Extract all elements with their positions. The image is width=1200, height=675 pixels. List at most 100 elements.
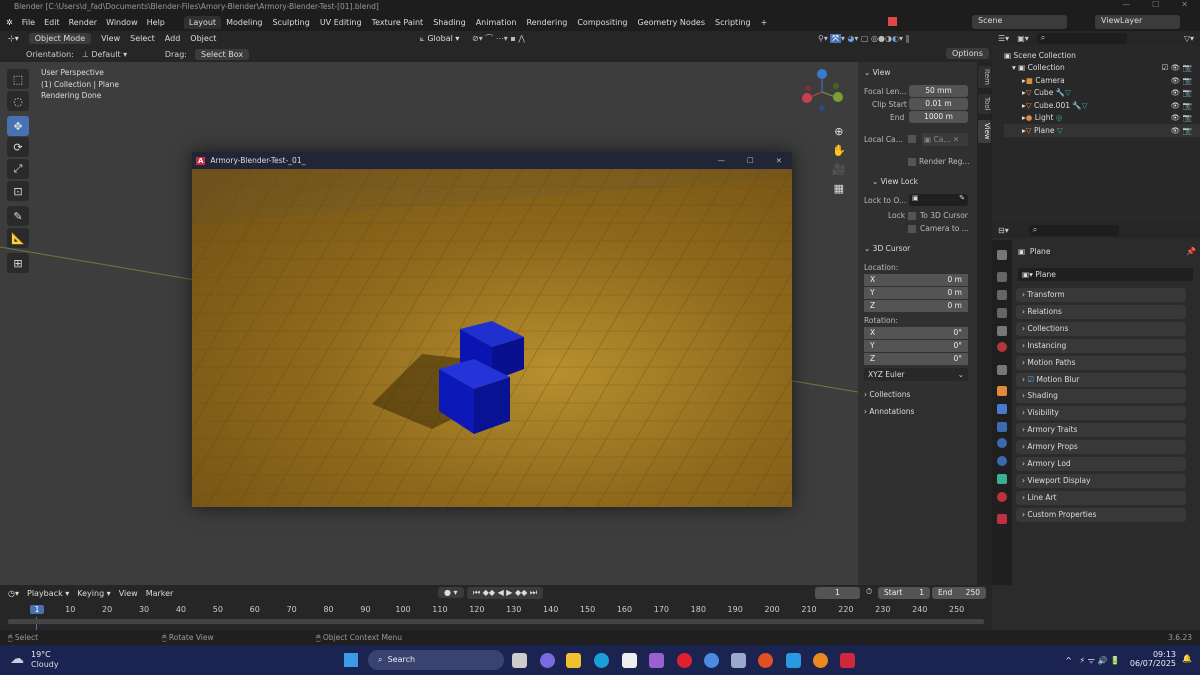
sidebar-tab-view[interactable]: View [978, 120, 991, 143]
collection-row[interactable]: ▾ ▣ Collection ☑ 👁 📷 [1004, 62, 1200, 75]
filter-view-layer-icon[interactable]: ▣▾ [1017, 34, 1029, 43]
rotation-mode-selector[interactable]: XYZ Euler ⌄ [864, 368, 968, 381]
property-section-armory-lod[interactable]: › Armory Lod [1016, 457, 1186, 471]
current-frame-indicator[interactable]: 1 [30, 605, 44, 614]
properties-search-input[interactable]: ⌕ [1028, 224, 1119, 236]
maximize-button[interactable]: ☐ [1152, 0, 1159, 14]
add-cube-tool-icon[interactable]: ⊞ [7, 253, 29, 273]
property-section-custom-properties[interactable]: › Custom Properties [1016, 507, 1186, 522]
view-lock-header[interactable]: ⌄ View Lock [872, 177, 918, 186]
display-mode-icon[interactable]: ☰▾ [998, 34, 1009, 43]
auto-keying-button[interactable]: ● ▾ [438, 587, 464, 598]
tab-shading[interactable]: Shading [428, 16, 471, 29]
ea-app-icon[interactable] [758, 653, 773, 668]
mode-selector[interactable]: Object Mode [28, 33, 92, 44]
property-section-relations[interactable]: › Relations [1016, 304, 1186, 319]
close-button[interactable]: ✕ [1181, 0, 1188, 14]
scene-selector[interactable]: Scene [972, 15, 1067, 29]
scene-collection-row[interactable]: ▣ Scene Collection [1004, 49, 1200, 62]
minimize-button[interactable]: — [1122, 0, 1130, 14]
property-section-instancing[interactable]: › Instancing [1016, 338, 1186, 353]
armory-taskbar-icon[interactable] [840, 653, 855, 668]
render-region-checkbox[interactable] [908, 158, 916, 166]
ortho-grid-icon[interactable]: ▦ [832, 179, 846, 198]
editor-type-icon[interactable]: ⊟▾ [998, 226, 1009, 235]
tab-texture-paint[interactable]: Texture Paint [367, 16, 429, 29]
tab-sculpting[interactable]: Sculpting [267, 16, 314, 29]
armory-game-window[interactable]: A Armory-Blender-Test-_01_ — ☐ ✕ [192, 152, 792, 507]
armory-play-icon[interactable] [888, 17, 897, 26]
view-section-header[interactable]: ⌄ View [864, 68, 890, 77]
game-minimize-button[interactable]: — [717, 156, 725, 165]
game-render-view[interactable] [192, 169, 792, 507]
menu-help[interactable]: Help [147, 18, 165, 27]
rotation-y-field[interactable]: Y 0° [864, 340, 968, 352]
material-tab-icon[interactable] [997, 492, 1007, 502]
blender-taskbar-icon[interactable] [813, 653, 828, 668]
lock-to-object-field[interactable]: ▣ ✎ [909, 194, 968, 206]
annotate-tool-icon[interactable]: ✎ [7, 206, 29, 226]
local-camera-checkbox[interactable] [908, 135, 916, 143]
rotation-z-field[interactable]: Z 0° [864, 353, 968, 365]
object-name-field[interactable]: ▣▾ Plane [1018, 268, 1193, 281]
copilot-icon[interactable] [540, 653, 555, 668]
property-section-collections[interactable]: › Collections [1016, 321, 1186, 336]
measure-tool-icon[interactable]: 📐 [7, 228, 29, 248]
system-tray-icons[interactable]: ^ ⚡ ᯤ 🔊 🔋 [1065, 655, 1120, 666]
tab-rendering[interactable]: Rendering [521, 16, 572, 29]
camera-view-icon[interactable]: 🎥 [832, 160, 846, 179]
menu-playback[interactable]: Playback ▾ [27, 589, 69, 598]
editor-type-icon[interactable]: ◷▾ [8, 589, 19, 598]
scale-tool-icon[interactable]: ⤢ [7, 159, 29, 179]
orientation-selector[interactable]: ⊥ Default ▾ [82, 50, 157, 59]
opera-icon[interactable] [677, 653, 692, 668]
camera-to-view-checkbox[interactable] [908, 225, 916, 233]
drag-selector[interactable]: Select Box [194, 48, 250, 60]
eye-camera-icons[interactable]: 👁 📷 [1171, 126, 1200, 135]
editor-type-icon[interactable]: ⊹▾ [8, 34, 19, 43]
sidebar-tab-tool[interactable]: Tool [978, 94, 991, 114]
app-icon[interactable] [786, 653, 801, 668]
annotations-section-header[interactable]: › Annotations [864, 407, 914, 416]
outliner-item-light[interactable]: ▸ ● Light ◎ 👁 📷 [1004, 112, 1200, 125]
menu-object[interactable]: Object [190, 34, 216, 43]
property-section-visibility[interactable]: › Visibility [1016, 406, 1186, 421]
blender-logo-icon[interactable]: ✲ [6, 18, 13, 27]
edge-icon[interactable] [594, 653, 609, 668]
game-close-button[interactable]: ✕ [776, 156, 782, 165]
move-tool-icon[interactable]: ✥ [7, 116, 29, 136]
weather-condition[interactable]: Cloudy [31, 660, 59, 669]
texture-tab-icon[interactable] [997, 514, 1007, 524]
outliner-item-plane[interactable]: ▸ ▽ Plane ▽ 👁 📷 [1004, 124, 1200, 137]
rotate-tool-icon[interactable]: ⟳ [7, 137, 29, 157]
focal-length-field[interactable]: 50 mm [909, 85, 968, 97]
property-section-transform[interactable]: › Transform [1016, 288, 1186, 302]
pan-hand-icon[interactable]: ✋ [832, 141, 846, 160]
start-button[interactable] [344, 653, 358, 667]
tab-compositing[interactable]: Compositing [572, 16, 632, 29]
menu-marker[interactable]: Marker [146, 589, 174, 598]
property-section-shading[interactable]: › Shading [1016, 389, 1186, 404]
property-section-armory-traits[interactable]: › Armory Traits [1016, 423, 1186, 438]
transform-tool-icon[interactable]: ⊡ [7, 181, 29, 201]
playback-controls[interactable]: ⏮ ◆◆ ◀ ▶ ◆◆ ⏭ [467, 587, 544, 599]
outliner-item-cube-001[interactable]: ▸ ▽ Cube.001 🔧 ▽ 👁 📷 [1004, 99, 1200, 112]
timeline[interactable]: ◷▾ Playback ▾ Keying ▾ View Marker ● ▾ ⏮… [0, 585, 992, 633]
file-explorer-icon[interactable] [566, 653, 581, 668]
outliner-search-input[interactable]: ⌕ [1036, 33, 1127, 44]
navigation-gizmo[interactable] [798, 68, 848, 114]
sidebar-tab-item[interactable]: Item [978, 66, 991, 88]
modifier-tab-icon[interactable] [997, 404, 1007, 414]
start-frame-field[interactable]: Start 1 [878, 587, 930, 599]
outliner-item-camera[interactable]: ▸ ■ Camera 👁 📷 [1004, 74, 1200, 87]
outliner-item-cube[interactable]: ▸ ▽ Cube 🔧 ▽ 👁 📷 [1004, 87, 1200, 100]
gizmo-toggles-icon[interactable]: ⚲▾ ⤧ ▾ ◕▾ ▢ ◎●◑◐▾ ∥ [818, 33, 910, 44]
transform-orientation-selector[interactable]: ⟀ Global ▾ [420, 34, 459, 44]
view-layer-selector[interactable]: ViewLayer [1095, 15, 1180, 29]
zoom-icon[interactable]: ⊕ [832, 122, 846, 141]
game-maximize-button[interactable]: ☐ [747, 156, 754, 165]
notification-icon[interactable]: 🔔 [1182, 654, 1192, 663]
tab-uv-editing[interactable]: UV Editing [315, 16, 367, 29]
cursor-tool-icon[interactable]: ◌ [7, 91, 29, 111]
app-icon[interactable] [704, 653, 719, 668]
